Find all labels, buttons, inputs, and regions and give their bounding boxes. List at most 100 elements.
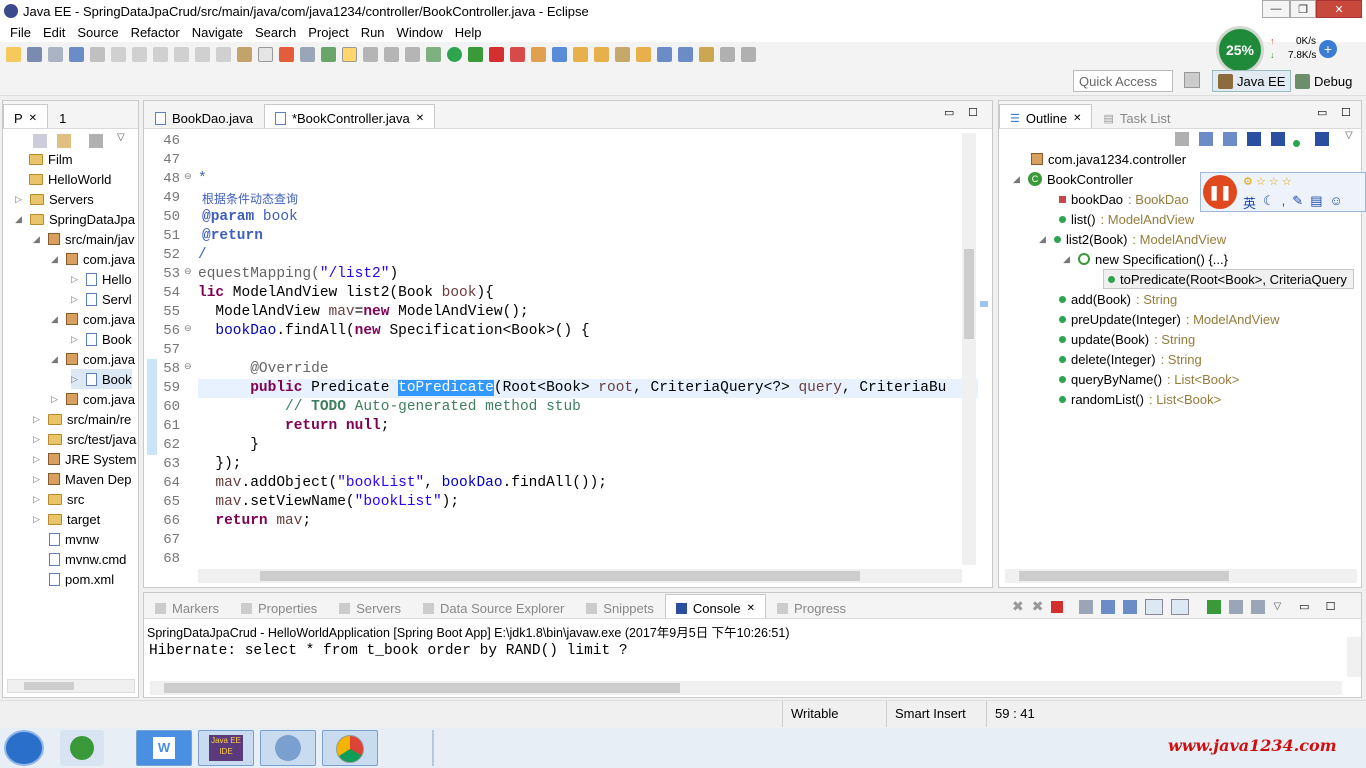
expand-icon[interactable]: ▷ bbox=[33, 454, 43, 465]
code-area[interactable]: 46 47 48 49 50 51 52 53 54 55 56 57 58 5… bbox=[144, 129, 978, 569]
menu-project[interactable]: Project bbox=[302, 25, 354, 40]
expand-icon[interactable]: ▷ bbox=[71, 334, 81, 345]
collapse-icon[interactable]: ◢ bbox=[51, 254, 61, 265]
hide-local-types-icon[interactable] bbox=[1271, 132, 1285, 146]
open-type-icon[interactable] bbox=[573, 46, 588, 62]
taskbar-app-eclipse[interactable]: Java EE IDE bbox=[198, 730, 254, 766]
stop-icon[interactable] bbox=[489, 46, 504, 62]
perspective-javaee[interactable]: Java EE bbox=[1212, 70, 1292, 92]
link-icon[interactable] bbox=[1293, 135, 1300, 150]
tab-bookcontroller[interactable]: *BookController.java ✕ bbox=[263, 104, 436, 128]
collapse-icon[interactable]: ◢ bbox=[1063, 254, 1073, 265]
plus-icon[interactable]: + bbox=[1319, 40, 1337, 58]
new-server-icon[interactable] bbox=[531, 46, 546, 62]
new-class-icon[interactable] bbox=[552, 46, 567, 62]
collapse-icon[interactable]: ◢ bbox=[33, 234, 43, 245]
tab-hierarchy[interactable]: 1 bbox=[48, 104, 77, 128]
tree-item[interactable]: ▷ src/main/re bbox=[33, 409, 131, 429]
fold-icon[interactable]: ⊖ bbox=[184, 361, 192, 372]
outline-member[interactable]: update(Book) : String bbox=[1059, 329, 1195, 349]
toggle-mark-icon[interactable] bbox=[258, 46, 273, 62]
collapse-icon[interactable]: ◢ bbox=[51, 314, 61, 325]
tree-item[interactable]: ◢ src/main/jav bbox=[33, 229, 134, 249]
tree-item[interactable]: ◢ com.java bbox=[51, 309, 135, 329]
open-console-icon[interactable] bbox=[1251, 599, 1266, 614]
horizontal-scrollbar[interactable] bbox=[198, 569, 962, 583]
suspend-icon[interactable] bbox=[132, 46, 147, 62]
fold-icon[interactable]: ⊖ bbox=[184, 266, 192, 277]
maximize-button[interactable]: ❐ bbox=[1290, 0, 1316, 18]
minimize-button[interactable]: — bbox=[1262, 0, 1290, 18]
search-icon[interactable] bbox=[615, 46, 630, 62]
sync-icon[interactable] bbox=[678, 46, 693, 62]
tree-item[interactable]: mvnw.cmd bbox=[49, 549, 126, 569]
tree-item[interactable]: ▷ target bbox=[33, 509, 100, 529]
tree-item[interactable]: ▷ src bbox=[33, 489, 84, 509]
outline-member[interactable]: list() : ModelAndView bbox=[1059, 209, 1194, 229]
link-editor-icon[interactable] bbox=[57, 134, 71, 148]
expand-icon[interactable]: ▷ bbox=[33, 494, 43, 505]
minimize-view-icon[interactable]: ▭ bbox=[1299, 600, 1309, 613]
ime-lang-toggle[interactable]: 英 bbox=[1243, 193, 1256, 212]
outline-member[interactable]: ◢ new Specification() {...} bbox=[1063, 249, 1228, 269]
menu-navigate[interactable]: Navigate bbox=[186, 25, 249, 40]
fold-icon[interactable]: ⊖ bbox=[184, 323, 192, 334]
console-vertical-scrollbar[interactable] bbox=[1347, 637, 1361, 677]
prev-annotation-icon[interactable] bbox=[384, 46, 399, 62]
open-perspective-icon[interactable] bbox=[1184, 72, 1200, 88]
pin-console-icon[interactable] bbox=[1207, 599, 1222, 614]
maximize-view-icon[interactable]: ☐ bbox=[968, 106, 978, 119]
step-return-icon[interactable] bbox=[216, 46, 231, 62]
drop-frame-icon[interactable] bbox=[237, 46, 252, 62]
console-horizontal-scrollbar[interactable] bbox=[150, 681, 1342, 695]
scroll-lock-icon[interactable] bbox=[1101, 599, 1116, 614]
outline-member[interactable]: randomList() : List<Book> bbox=[1059, 389, 1221, 409]
save-all-icon[interactable] bbox=[48, 46, 63, 62]
tree-item[interactable]: ◢ com.java bbox=[51, 349, 135, 369]
expand-icon[interactable]: ▷ bbox=[51, 394, 61, 405]
word-wrap-icon[interactable] bbox=[1123, 599, 1138, 614]
tree-item[interactable]: ◢ SpringDataJpa bbox=[15, 209, 135, 229]
clipboard-icon[interactable]: ▤ bbox=[1310, 193, 1322, 212]
next-annotation-icon[interactable] bbox=[363, 46, 378, 62]
netmon-gauge[interactable]: 25% bbox=[1216, 26, 1264, 74]
close-button[interactable]: ✕ bbox=[1316, 0, 1362, 18]
view-menu-icon[interactable]: ▽ bbox=[1273, 601, 1281, 612]
menu-source[interactable]: Source bbox=[71, 25, 124, 40]
outline-member[interactable]: add(Book) : String bbox=[1059, 289, 1177, 309]
filter-icon[interactable] bbox=[1315, 132, 1329, 146]
menu-search[interactable]: Search bbox=[249, 25, 302, 40]
last-edit-icon[interactable] bbox=[405, 46, 420, 62]
console-output[interactable]: Hibernate: select * from t_book order by… bbox=[149, 643, 628, 659]
expand-icon[interactable]: ▷ bbox=[71, 374, 81, 385]
tab-data-source-explorer[interactable]: Data Source Explorer bbox=[412, 594, 575, 618]
horizontal-scrollbar[interactable] bbox=[7, 679, 135, 693]
moon-icon[interactable]: ☾ bbox=[1263, 193, 1275, 212]
taskbar-app-chrome[interactable] bbox=[322, 730, 378, 766]
tree-item[interactable]: ▷ Hello bbox=[71, 269, 132, 289]
skip-breakpoints-icon[interactable] bbox=[90, 46, 105, 62]
tab-markers[interactable]: Markers bbox=[144, 594, 230, 618]
remove-launch-icon[interactable]: ✖ bbox=[1012, 598, 1024, 615]
web-browser-icon[interactable] bbox=[279, 46, 294, 62]
hide-nonpublic-icon[interactable] bbox=[1247, 132, 1261, 146]
save-icon[interactable] bbox=[27, 46, 42, 62]
server-icon[interactable] bbox=[300, 46, 315, 62]
tree-item[interactable]: ▷ Servl bbox=[71, 289, 132, 309]
maximize-view-icon[interactable]: ☐ bbox=[1341, 106, 1351, 119]
filter-icon[interactable] bbox=[89, 134, 103, 148]
expand-icon[interactable]: ▷ bbox=[15, 194, 25, 205]
outline-class[interactable]: ◢ C BookController bbox=[1013, 169, 1133, 189]
tab-progress[interactable]: Progress bbox=[766, 594, 857, 618]
tab-project-explorer[interactable]: P ✕ bbox=[3, 104, 49, 128]
menu-help[interactable]: Help bbox=[449, 25, 488, 40]
minimize-view-icon[interactable]: ▭ bbox=[1317, 106, 1327, 119]
collapse-icon[interactable]: ◢ bbox=[1039, 234, 1049, 245]
tree-item[interactable]: Film bbox=[29, 149, 73, 169]
outline-member[interactable]: preUpdate(Integer) : ModelAndView bbox=[1059, 309, 1280, 329]
menu-edit[interactable]: Edit bbox=[37, 25, 71, 40]
close-icon[interactable]: ✕ bbox=[416, 113, 424, 124]
close-icon[interactable]: ✕ bbox=[747, 603, 755, 614]
tab-outline[interactable]: ☰ Outline ✕ bbox=[999, 104, 1093, 128]
open-resource-icon[interactable] bbox=[594, 46, 609, 62]
